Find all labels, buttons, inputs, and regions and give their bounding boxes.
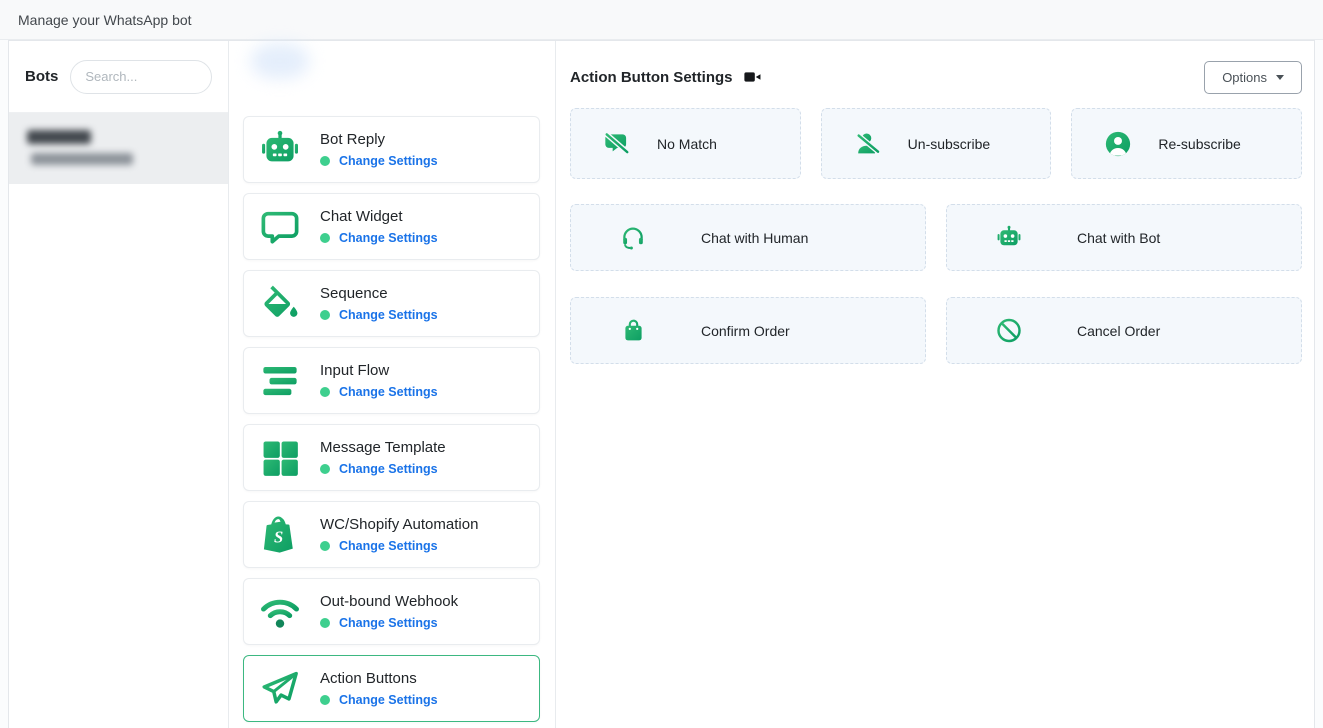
- feature-card-text: Chat Widget Change Settings: [320, 208, 438, 245]
- change-settings-link[interactable]: Change Settings: [339, 231, 438, 245]
- status-dot: [320, 541, 330, 551]
- status-dot: [320, 310, 330, 320]
- shopify-bag-icon: S: [258, 513, 302, 557]
- feature-card-text: Input Flow Change Settings: [320, 362, 438, 399]
- panel-title: Action Button Settings: [570, 69, 732, 86]
- page-title: Manage your WhatsApp bot: [18, 12, 192, 28]
- chevron-down-icon: [1276, 75, 1284, 80]
- feature-card-chat-widget[interactable]: Chat Widget Change Settings: [243, 193, 540, 260]
- change-settings-link[interactable]: Change Settings: [339, 308, 438, 322]
- feature-title: Input Flow: [320, 362, 438, 379]
- status-dot: [320, 618, 330, 628]
- user-slash-icon: [854, 130, 882, 158]
- chat-slash-icon: [603, 130, 631, 158]
- feature-title: Chat Widget: [320, 208, 438, 225]
- action-buttons-row-1: No Match Un-subscribe: [570, 108, 1302, 179]
- top-header-bar: Manage your WhatsApp bot: [0, 0, 1323, 40]
- feature-card-text: Sequence Change Settings: [320, 285, 438, 322]
- svg-text:S: S: [274, 527, 283, 546]
- bars-icon: [258, 359, 302, 403]
- bots-sidebar: Bots: [9, 41, 229, 728]
- feature-title: Bot Reply: [320, 131, 438, 148]
- redacted-blob: [251, 43, 309, 79]
- grid-icon: [258, 436, 302, 480]
- user-circle-icon: [1104, 130, 1132, 158]
- action-button-no-match[interactable]: No Match: [570, 108, 801, 179]
- bots-sidebar-header: Bots: [9, 41, 228, 113]
- action-button-label: Un-subscribe: [908, 136, 990, 152]
- feature-card-shopify-automation[interactable]: S WC/Shopify Automation Change Settings: [243, 501, 540, 568]
- wifi-icon: [258, 590, 302, 634]
- bot-phone-redacted: [31, 153, 133, 165]
- main-panel: Bots: [8, 40, 1315, 728]
- action-button-label: No Match: [657, 136, 717, 152]
- change-settings-link[interactable]: Change Settings: [339, 462, 438, 476]
- options-button-label: Options: [1222, 70, 1267, 85]
- bot-list-item-selected[interactable]: [9, 113, 228, 184]
- feature-card-input-flow[interactable]: Input Flow Change Settings: [243, 347, 540, 414]
- status-dot: [320, 233, 330, 243]
- change-settings-link[interactable]: Change Settings: [339, 539, 438, 553]
- action-button-label: Chat with Bot: [1077, 230, 1160, 246]
- paint-bucket-icon: [258, 282, 302, 326]
- change-settings-link[interactable]: Change Settings: [339, 385, 438, 399]
- ban-icon: [995, 317, 1023, 345]
- chat-bubble-icon: [258, 205, 302, 249]
- feature-title: Sequence: [320, 285, 438, 302]
- action-button-label: Confirm Order: [701, 323, 790, 339]
- feature-card-text: Bot Reply Change Settings: [320, 131, 438, 168]
- change-settings-link[interactable]: Change Settings: [339, 154, 438, 168]
- action-button-settings-panel: Action Button Settings Options: [556, 41, 1314, 728]
- action-buttons-row-3: Confirm Order Cancel Order: [570, 297, 1302, 364]
- action-button-chat-with-bot[interactable]: Chat with Bot: [946, 204, 1302, 271]
- feature-card-outbound-webhook[interactable]: Out-bound Webhook Change Settings: [243, 578, 540, 645]
- robot-icon: [258, 128, 302, 172]
- bots-heading: Bots: [25, 68, 58, 85]
- feature-card-bot-reply[interactable]: Bot Reply Change Settings: [243, 116, 540, 183]
- status-dot: [320, 695, 330, 705]
- status-dot: [320, 464, 330, 474]
- feature-card-text: Out-bound Webhook Change Settings: [320, 593, 458, 630]
- bot-search-input[interactable]: [70, 60, 212, 94]
- feature-title: Out-bound Webhook: [320, 593, 458, 610]
- action-button-label: Re-subscribe: [1158, 136, 1240, 152]
- change-settings-link[interactable]: Change Settings: [339, 693, 438, 707]
- paper-plane-icon: [258, 667, 302, 711]
- action-button-confirm-order[interactable]: Confirm Order: [570, 297, 926, 364]
- change-settings-link[interactable]: Change Settings: [339, 616, 438, 630]
- action-button-re-subscribe[interactable]: Re-subscribe: [1071, 108, 1302, 179]
- action-button-label: Cancel Order: [1077, 323, 1160, 339]
- feature-card-message-template[interactable]: Message Template Change Settings: [243, 424, 540, 491]
- video-camera-icon[interactable]: [744, 70, 761, 84]
- action-buttons-row-2: Chat with Human: [570, 204, 1302, 271]
- status-dot: [320, 156, 330, 166]
- action-button-chat-with-human[interactable]: Chat with Human: [570, 204, 926, 271]
- feature-list-column: Bot Reply Change Settings Chat Widget Ch…: [229, 41, 556, 728]
- action-button-un-subscribe[interactable]: Un-subscribe: [821, 108, 1052, 179]
- action-button-label: Chat with Human: [701, 230, 808, 246]
- feature-card-text: WC/Shopify Automation Change Settings: [320, 516, 478, 553]
- shopping-bag-icon: [619, 317, 647, 345]
- robot-icon: [995, 224, 1023, 252]
- status-dot: [320, 387, 330, 397]
- feature-card-sequence[interactable]: Sequence Change Settings: [243, 270, 540, 337]
- feature-card-text: Message Template Change Settings: [320, 439, 446, 476]
- feature-title: Action Buttons: [320, 670, 438, 687]
- feature-title: WC/Shopify Automation: [320, 516, 478, 533]
- action-button-cancel-order[interactable]: Cancel Order: [946, 297, 1302, 364]
- headset-icon: [619, 224, 647, 252]
- bot-name-redacted: [27, 130, 91, 144]
- options-button[interactable]: Options: [1204, 61, 1302, 94]
- feature-card-action-buttons[interactable]: Action Buttons Change Settings: [243, 655, 540, 722]
- panel-header: Action Button Settings Options: [570, 57, 1302, 97]
- feature-card-text: Action Buttons Change Settings: [320, 670, 438, 707]
- feature-title: Message Template: [320, 439, 446, 456]
